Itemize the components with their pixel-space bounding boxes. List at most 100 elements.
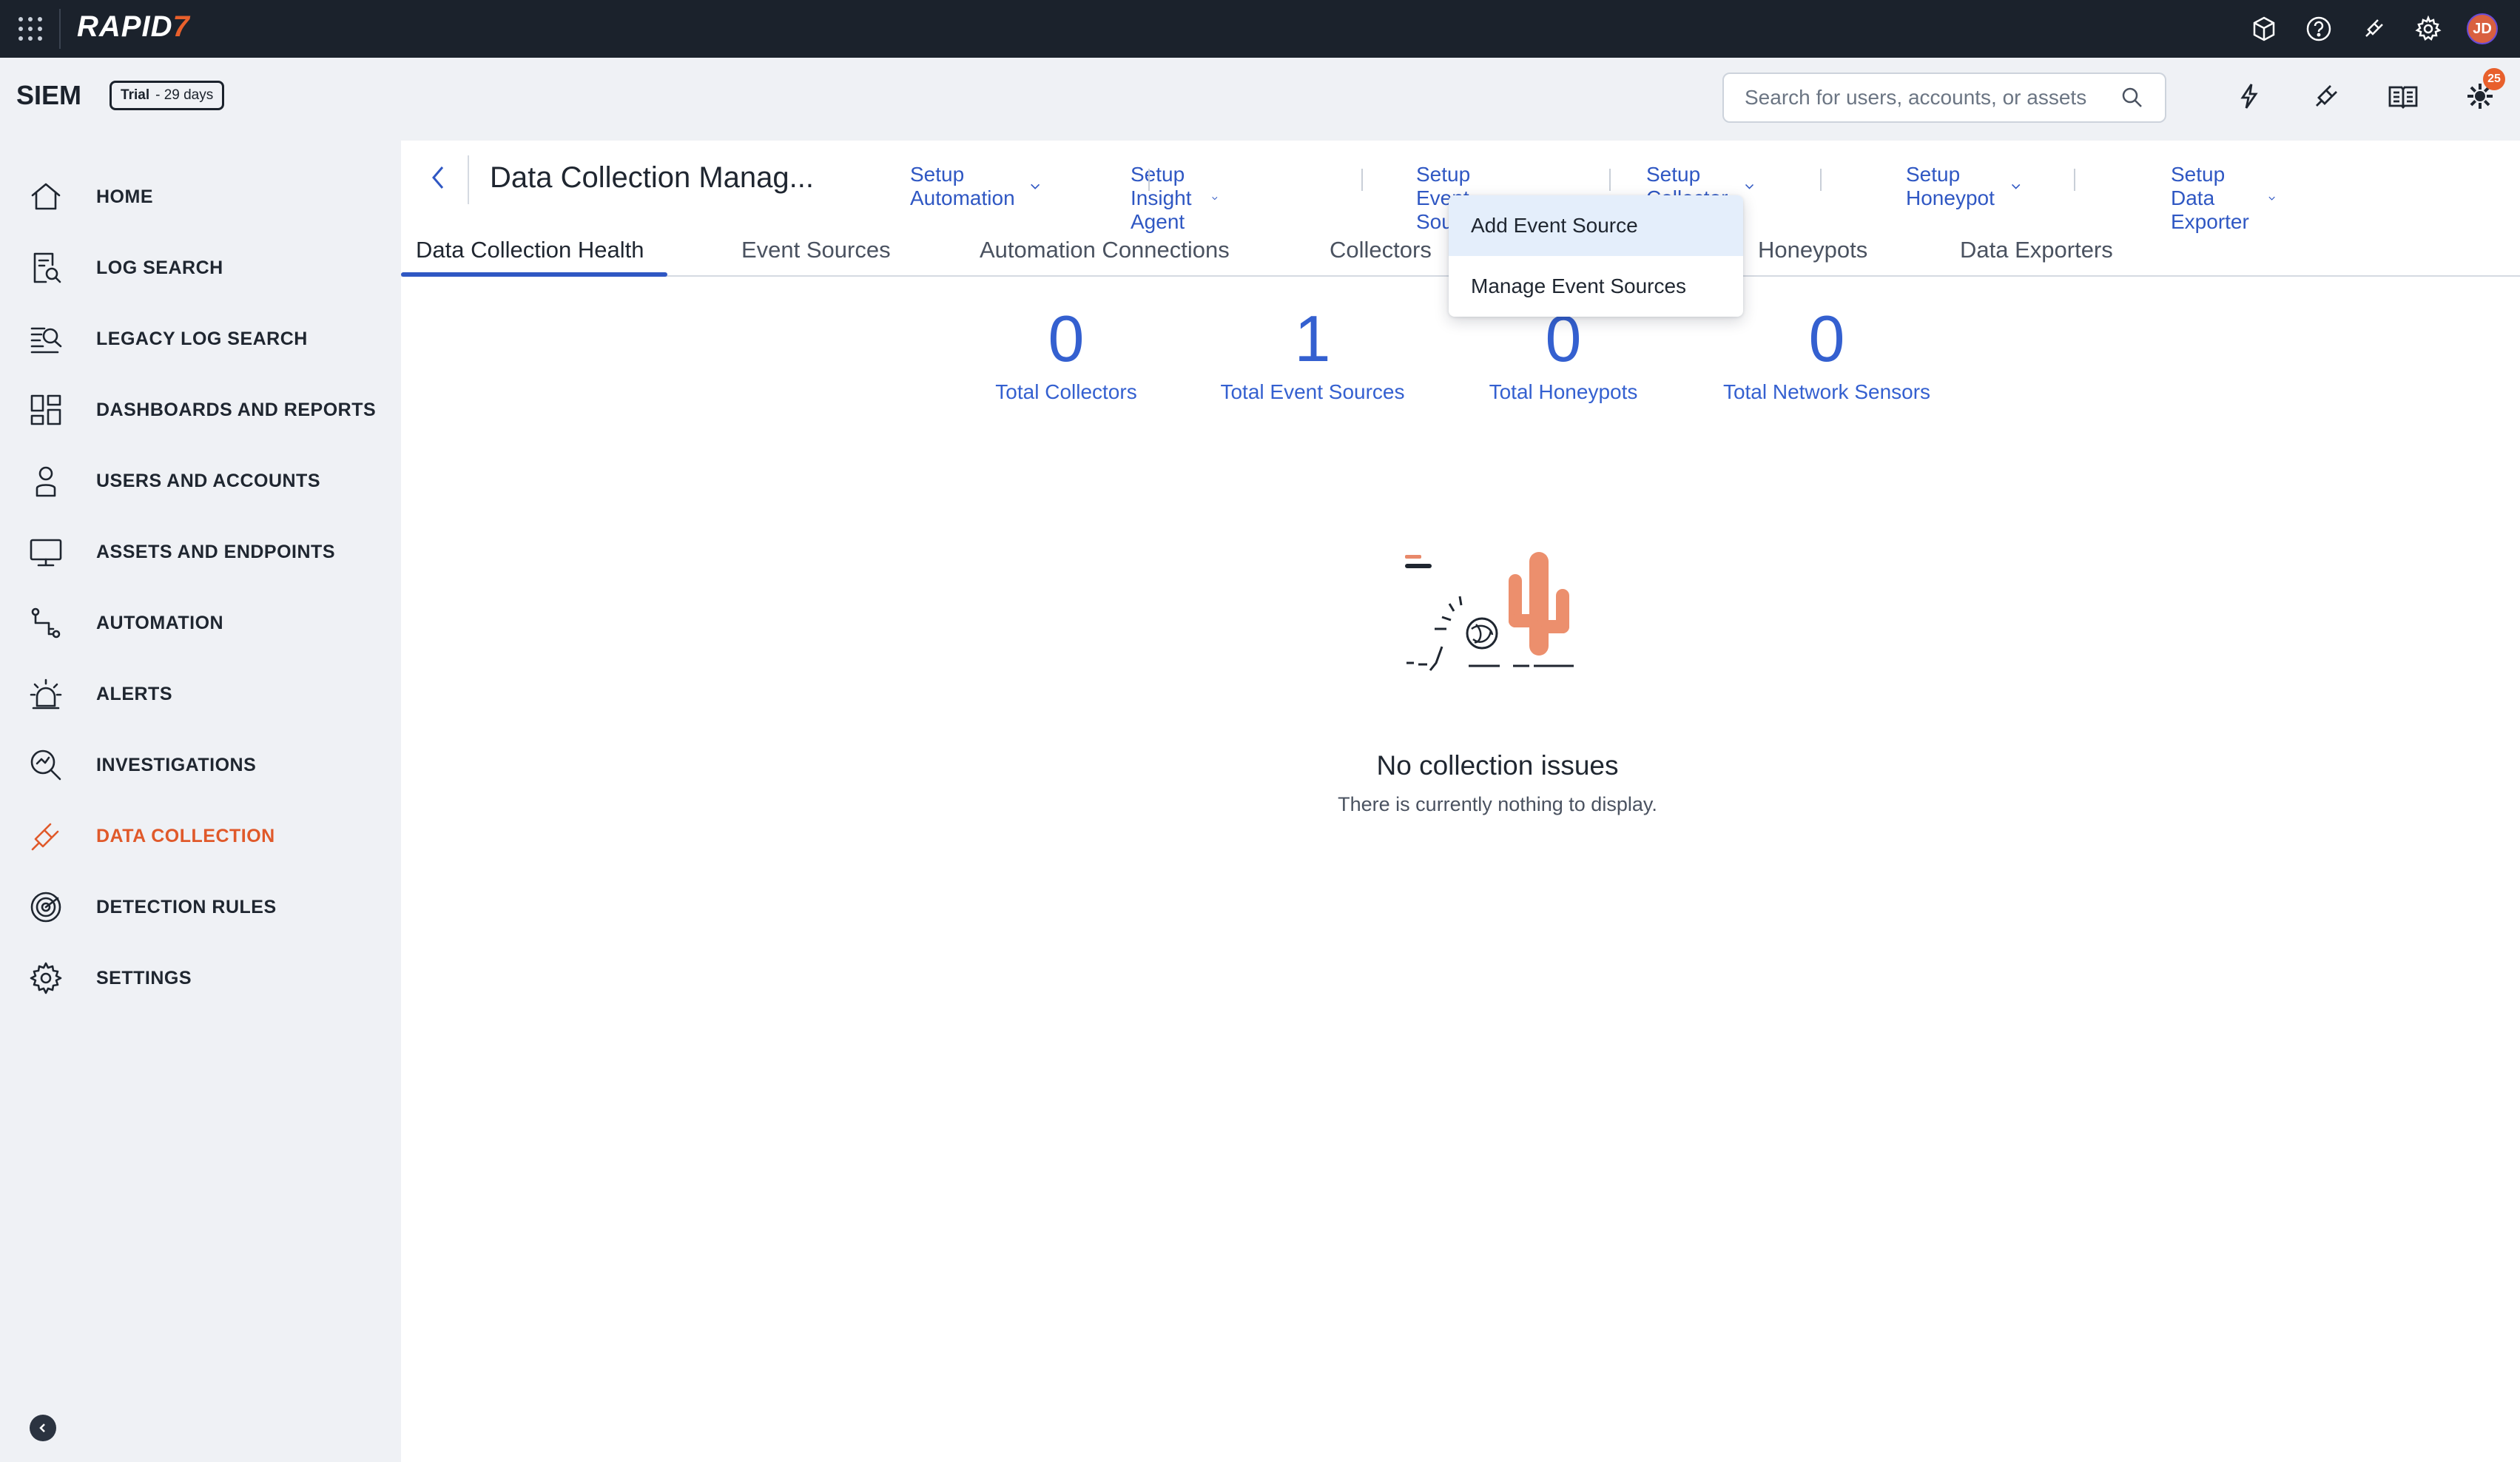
plug-icon <box>2316 85 2337 107</box>
empty-state-subtitle: There is currently nothing to display. <box>1338 793 1657 815</box>
stat-total-network-sensors[interactable]: 0 Total Network Sensors <box>1708 306 1945 404</box>
stat-value: 1 <box>1294 302 1331 375</box>
sidebar-item-home[interactable]: HOME <box>0 161 401 232</box>
empty-state: No collection issues There is currently … <box>1276 552 1719 816</box>
tab-data-collection-health[interactable]: Data Collection Health <box>416 229 644 277</box>
setup-link-setup-data-exporter[interactable]: Setup Data Exporter <box>2171 163 2276 234</box>
stat-total-collectors[interactable]: 0 Total Collectors <box>948 306 1185 404</box>
setup-link-label: Setup Insight Agent <box>1131 163 1192 233</box>
notifications-button[interactable]: 25 <box>2462 68 2505 114</box>
setup-link-label: Setup Data Exporter <box>2171 163 2249 233</box>
stat-label: Total Honeypots <box>1489 380 1638 403</box>
stat-label: Total Event Sources <box>1220 380 1405 403</box>
chevron-down-icon <box>2011 183 2020 189</box>
dashboard-icon <box>28 392 64 428</box>
tab-honeypots[interactable]: Honeypots <box>1758 229 1867 277</box>
chevron-down-icon <box>1212 197 1218 201</box>
stat-total-honeypots[interactable]: 0 Total Honeypots <box>1445 306 1682 404</box>
collapse-sidebar-button[interactable] <box>30 1415 56 1441</box>
stat-value: 0 <box>1808 302 1845 375</box>
tab-data-exporters[interactable]: Data Exporters <box>1960 229 2113 277</box>
sidebar-item-investigations[interactable]: INVESTIGATIONS <box>0 730 401 801</box>
sidebar-item-assets-and-endpoints[interactable]: ASSETS AND ENDPOINTS <box>0 516 401 587</box>
data-connections-button[interactable] <box>2308 78 2344 114</box>
setup-link-separator <box>2074 169 2075 191</box>
sidebar-item-label: ASSETS AND ENDPOINTS <box>96 541 336 562</box>
cactus-illustration-icon <box>1405 552 1574 671</box>
sidebar-item-log-search[interactable]: LOG SEARCH <box>0 232 401 303</box>
sidebar-item-users-and-accounts[interactable]: USERS AND ACCOUNTS <box>0 445 401 516</box>
sidebar-item-label: INVESTIGATIONS <box>96 754 257 775</box>
plug-icon[interactable] <box>2357 13 2390 45</box>
page-title: Data Collection Manag... <box>490 161 815 194</box>
sidebar: SIEM Trial - 29 days HOME LOG SEARCH LEGACY… <box>0 58 401 1462</box>
cube-icon[interactable] <box>2248 13 2280 45</box>
sidebar-item-label: USERS AND ACCOUNTS <box>96 470 320 491</box>
sidebar-item-dashboards-and-reports[interactable]: DASHBOARDS AND REPORTS <box>0 374 401 445</box>
setup-link-separator <box>1148 169 1150 191</box>
automation-icon <box>28 605 64 641</box>
setup-link-setup-automation[interactable]: Setup Automation <box>910 163 1042 210</box>
setup-link-label: Setup Honeypot <box>1906 163 1995 209</box>
app-switcher-icon[interactable] <box>16 15 44 43</box>
user-icon <box>28 463 64 499</box>
menu-item-manage-event-sources[interactable]: Manage Event Sources <box>1449 256 1743 317</box>
empty-state-title: No collection issues <box>1376 750 1619 781</box>
menu-item-add-event-source[interactable]: Add Event Source <box>1449 195 1743 256</box>
home-icon <box>28 179 64 215</box>
setup-link-separator <box>1361 169 1363 191</box>
sidebar-item-label: ALERTS <box>96 683 172 704</box>
sidebar-item-label: DATA COLLECTION <box>96 825 275 846</box>
sidebar-item-automation[interactable]: AUTOMATION <box>0 587 401 658</box>
sidebar-item-detection-rules[interactable]: DETECTION RULES <box>0 872 401 943</box>
stat-value: 0 <box>1048 302 1085 375</box>
chevron-down-icon <box>2268 196 2275 201</box>
notification-badge: 25 <box>2483 68 2505 90</box>
sidebar-item-settings[interactable]: SETTINGS <box>0 943 401 1014</box>
stat-label: Total Collectors <box>995 380 1137 403</box>
settings-icon[interactable] <box>2412 13 2445 45</box>
setup-link-separator <box>1820 169 1822 191</box>
docs-button[interactable] <box>2385 78 2421 114</box>
back-button[interactable] <box>423 163 453 192</box>
trial-badge[interactable]: Trial - 29 days <box>110 81 225 110</box>
chevron-left-icon <box>432 166 444 189</box>
sidebar-item-data-collection[interactable]: DATA COLLECTION <box>0 801 401 872</box>
quick-actions-button[interactable] <box>2231 78 2267 114</box>
search-icon[interactable] <box>2120 86 2144 110</box>
alarm-icon <box>28 676 64 712</box>
investigation-icon <box>28 747 64 783</box>
lightning-icon <box>2240 84 2258 109</box>
setup-link-label: Setup Automation <box>910 163 1015 209</box>
sidebar-item-legacy-log-search[interactable]: LEGACY LOG SEARCH <box>0 303 401 374</box>
setup-link-separator <box>1609 169 1611 191</box>
tab-automation-connections[interactable]: Automation Connections <box>980 229 1230 277</box>
brand-logo[interactable]: RAPID7 <box>77 10 190 44</box>
stat-total-event-sources[interactable]: 1 Total Event Sources <box>1194 306 1431 404</box>
chevron-left-icon <box>39 1424 45 1432</box>
setup-link-setup-honeypot[interactable]: Setup Honeypot <box>1906 163 2021 210</box>
monitor-icon <box>28 534 64 570</box>
sidebar-item-label: DASHBOARDS AND REPORTS <box>96 399 377 420</box>
top-bar: RAPID7 JD <box>0 0 2520 58</box>
global-search[interactable] <box>1722 73 2166 123</box>
help-icon[interactable] <box>2302 13 2335 45</box>
tab-event-sources[interactable]: Event Sources <box>741 229 891 277</box>
sidebar-item-alerts[interactable]: ALERTS <box>0 658 401 730</box>
legacy-log-search-icon <box>28 321 64 357</box>
setup-link-setup-insight-agent[interactable]: Setup Insight Agent <box>1131 163 1219 234</box>
subheader: 25 <box>401 58 2520 141</box>
topbar-divider <box>59 9 61 49</box>
user-avatar[interactable]: JD <box>2467 13 2498 44</box>
tab-collectors[interactable]: Collectors <box>1330 229 1432 277</box>
sidebar-item-label: LOG SEARCH <box>96 257 223 278</box>
chevron-down-icon <box>1745 183 1753 189</box>
main-content: Data Collection Manag... Setup Automatio… <box>401 141 2520 1462</box>
search-input[interactable] <box>1745 86 2120 110</box>
log-search-icon <box>28 250 64 286</box>
radar-icon <box>28 889 64 925</box>
sidebar-item-label: SETTINGS <box>96 967 192 988</box>
app-name: SIEM <box>16 80 82 110</box>
sidebar-nav: HOME LOG SEARCH LEGACY LOG SEARCH DASHBOARD… <box>0 161 401 1014</box>
book-icon <box>2388 86 2418 109</box>
